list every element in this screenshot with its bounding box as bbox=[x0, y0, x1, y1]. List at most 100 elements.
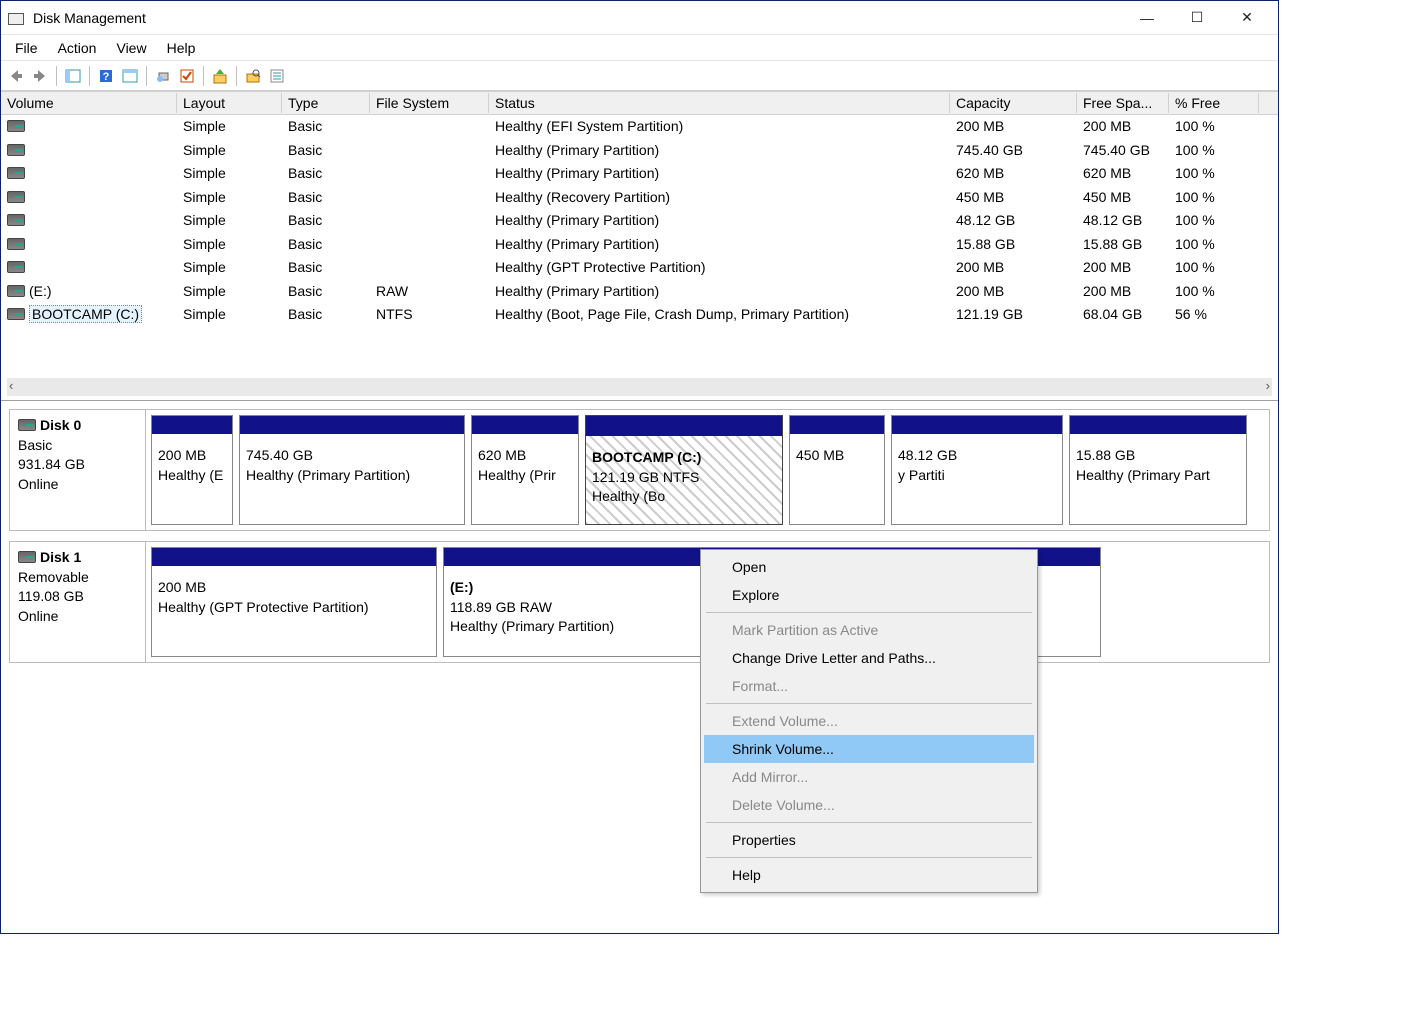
close-button[interactable]: ✕ bbox=[1222, 3, 1272, 33]
minimize-button[interactable]: — bbox=[1122, 3, 1172, 33]
svg-text:?: ? bbox=[103, 71, 110, 83]
cell-free: 200 MB bbox=[1077, 257, 1169, 277]
partition[interactable]: 200 MBHealthy (GPT Protective Partition) bbox=[151, 547, 437, 657]
table-row[interactable]: (E:)SimpleBasicRAWHealthy (Primary Parti… bbox=[1, 279, 1278, 303]
cell-filesystem: NTFS bbox=[370, 304, 489, 324]
back-button[interactable] bbox=[5, 65, 27, 87]
action-button[interactable] bbox=[176, 65, 198, 87]
menubar: File Action View Help bbox=[1, 35, 1278, 61]
table-row[interactable]: SimpleBasicHealthy (GPT Protective Parti… bbox=[1, 256, 1278, 280]
disk-row: Disk 0Basic931.84 GBOnline200 MBHealthy … bbox=[9, 409, 1270, 531]
partition-bar bbox=[152, 416, 232, 434]
ctx-shrink[interactable]: Shrink Volume... bbox=[704, 735, 1034, 763]
ctx-help[interactable]: Help bbox=[704, 861, 1034, 889]
cell-layout: Simple bbox=[177, 257, 282, 277]
maximize-button[interactable]: ☐ bbox=[1172, 3, 1222, 33]
partition-body: 450 MB bbox=[790, 434, 884, 524]
partition[interactable]: 620 MBHealthy (Prir bbox=[471, 415, 579, 525]
table-row[interactable]: SimpleBasicHealthy (Primary Partition)15… bbox=[1, 232, 1278, 256]
up-button[interactable] bbox=[209, 65, 231, 87]
col-layout[interactable]: Layout bbox=[177, 93, 282, 113]
col-percent[interactable]: % Free bbox=[1169, 93, 1259, 113]
refresh-button[interactable] bbox=[152, 65, 174, 87]
partition-body: 15.88 GBHealthy (Primary Part bbox=[1070, 434, 1246, 524]
table-row[interactable]: SimpleBasic Healthy (Primary Partition) 62… bbox=[1, 162, 1278, 186]
disk-label[interactable]: Disk 0Basic931.84 GBOnline bbox=[10, 410, 146, 530]
ctx-divider bbox=[706, 857, 1032, 858]
ctx-divider bbox=[706, 703, 1032, 704]
volume-list: Volume Layout Type File System Status Ca… bbox=[1, 91, 1278, 401]
cell-type: Basic bbox=[282, 210, 370, 230]
toolbar: ? bbox=[1, 61, 1278, 91]
disk-label[interactable]: Disk 1Removable119.08 GBOnline bbox=[10, 542, 146, 662]
volume-icon bbox=[7, 191, 25, 203]
forward-button[interactable] bbox=[29, 65, 51, 87]
partition-body: 745.40 GBHealthy (Primary Partition) bbox=[240, 434, 464, 524]
col-type[interactable]: Type bbox=[282, 93, 370, 113]
volume-icon bbox=[7, 214, 25, 226]
menu-view[interactable]: View bbox=[108, 38, 158, 58]
cell-type: Basic bbox=[282, 281, 370, 301]
show-hide-tree-button[interactable] bbox=[62, 65, 84, 87]
cell-layout: Simple bbox=[177, 163, 282, 183]
menu-action[interactable]: Action bbox=[50, 38, 109, 58]
app-icon bbox=[7, 11, 25, 25]
partition-bar bbox=[152, 548, 436, 566]
cell-type: Basic bbox=[282, 163, 370, 183]
cell-free: 68.04 GB bbox=[1077, 304, 1169, 324]
partition-body: 200 MBHealthy (E bbox=[152, 434, 232, 524]
cell-capacity: 200 MB bbox=[950, 116, 1077, 136]
volume-icon bbox=[7, 261, 25, 273]
col-filesystem[interactable]: File System bbox=[370, 93, 489, 113]
horizontal-scrollbar[interactable] bbox=[7, 378, 1272, 396]
col-volume[interactable]: Volume bbox=[1, 93, 177, 113]
properties-button[interactable] bbox=[266, 65, 288, 87]
cell-capacity: 200 MB bbox=[950, 257, 1077, 277]
cell-status: Healthy (Recovery Partition) bbox=[489, 187, 950, 207]
partition[interactable]: 450 MB bbox=[789, 415, 885, 525]
cell-layout: Simple bbox=[177, 304, 282, 324]
cell-filesystem bbox=[370, 218, 489, 222]
cell-free: 620 MB bbox=[1077, 163, 1169, 183]
find-button[interactable] bbox=[242, 65, 264, 87]
ctx-change-letter[interactable]: Change Drive Letter and Paths... bbox=[704, 644, 1034, 672]
ctx-explore[interactable]: Explore bbox=[704, 581, 1034, 609]
table-row[interactable]: SimpleBasicHealthy (EFI System Partition… bbox=[1, 115, 1278, 139]
cell-capacity: 745.40 GB bbox=[950, 140, 1077, 160]
titlebar[interactable]: Disk Management — ☐ ✕ bbox=[1, 1, 1278, 35]
partition[interactable]: 200 MBHealthy (E bbox=[151, 415, 233, 525]
table-row[interactable]: SimpleBasicHealthy (Primary Partition)74… bbox=[1, 138, 1278, 162]
table-row[interactable]: SimpleBasicHealthy (Recovery Partition)4… bbox=[1, 185, 1278, 209]
ctx-properties[interactable]: Properties bbox=[704, 826, 1034, 854]
help-button[interactable]: ? bbox=[95, 65, 117, 87]
col-status[interactable]: Status bbox=[489, 93, 950, 113]
cell-percent: 56 % bbox=[1169, 304, 1259, 324]
partition-bar bbox=[472, 416, 578, 434]
window-title: Disk Management bbox=[33, 10, 146, 26]
partition[interactable]: BOOTCAMP (C:)121.19 GB NTFSHealthy (Bo bbox=[585, 415, 783, 525]
view-settings-button[interactable] bbox=[119, 65, 141, 87]
col-capacity[interactable]: Capacity bbox=[950, 93, 1077, 113]
partition[interactable]: 15.88 GBHealthy (Primary Part bbox=[1069, 415, 1247, 525]
ctx-open[interactable]: Open bbox=[704, 553, 1034, 581]
cell-free: 450 MB bbox=[1077, 187, 1169, 207]
cell-filesystem bbox=[370, 148, 489, 152]
table-row[interactable]: SimpleBasicHealthy (Primary Partition)48… bbox=[1, 209, 1278, 233]
col-free[interactable]: Free Spa... bbox=[1077, 93, 1169, 113]
cell-type: Basic bbox=[282, 187, 370, 207]
menu-help[interactable]: Help bbox=[159, 38, 208, 58]
disk-icon bbox=[18, 419, 36, 431]
volume-icon bbox=[7, 238, 25, 250]
cell-percent: 100 % bbox=[1169, 163, 1259, 183]
context-menu: Open Explore Mark Partition as Active Ch… bbox=[700, 549, 1038, 893]
menu-file[interactable]: File bbox=[7, 38, 50, 58]
cell-filesystem bbox=[370, 242, 489, 246]
partition[interactable]: 48.12 GBy Partiti bbox=[891, 415, 1063, 525]
cell-percent: 100 % bbox=[1169, 187, 1259, 207]
cell-type: Basic bbox=[282, 304, 370, 324]
disk-management-window: Disk Management — ☐ ✕ File Action View H… bbox=[0, 0, 1279, 934]
cell-status: Healthy (Primary Partition) bbox=[489, 163, 950, 183]
partition[interactable]: 745.40 GBHealthy (Primary Partition) bbox=[239, 415, 465, 525]
table-row[interactable]: BOOTCAMP (C:)SimpleBasicNTFSHealthy (Boo… bbox=[1, 303, 1278, 327]
cell-capacity: 48.12 GB bbox=[950, 210, 1077, 230]
